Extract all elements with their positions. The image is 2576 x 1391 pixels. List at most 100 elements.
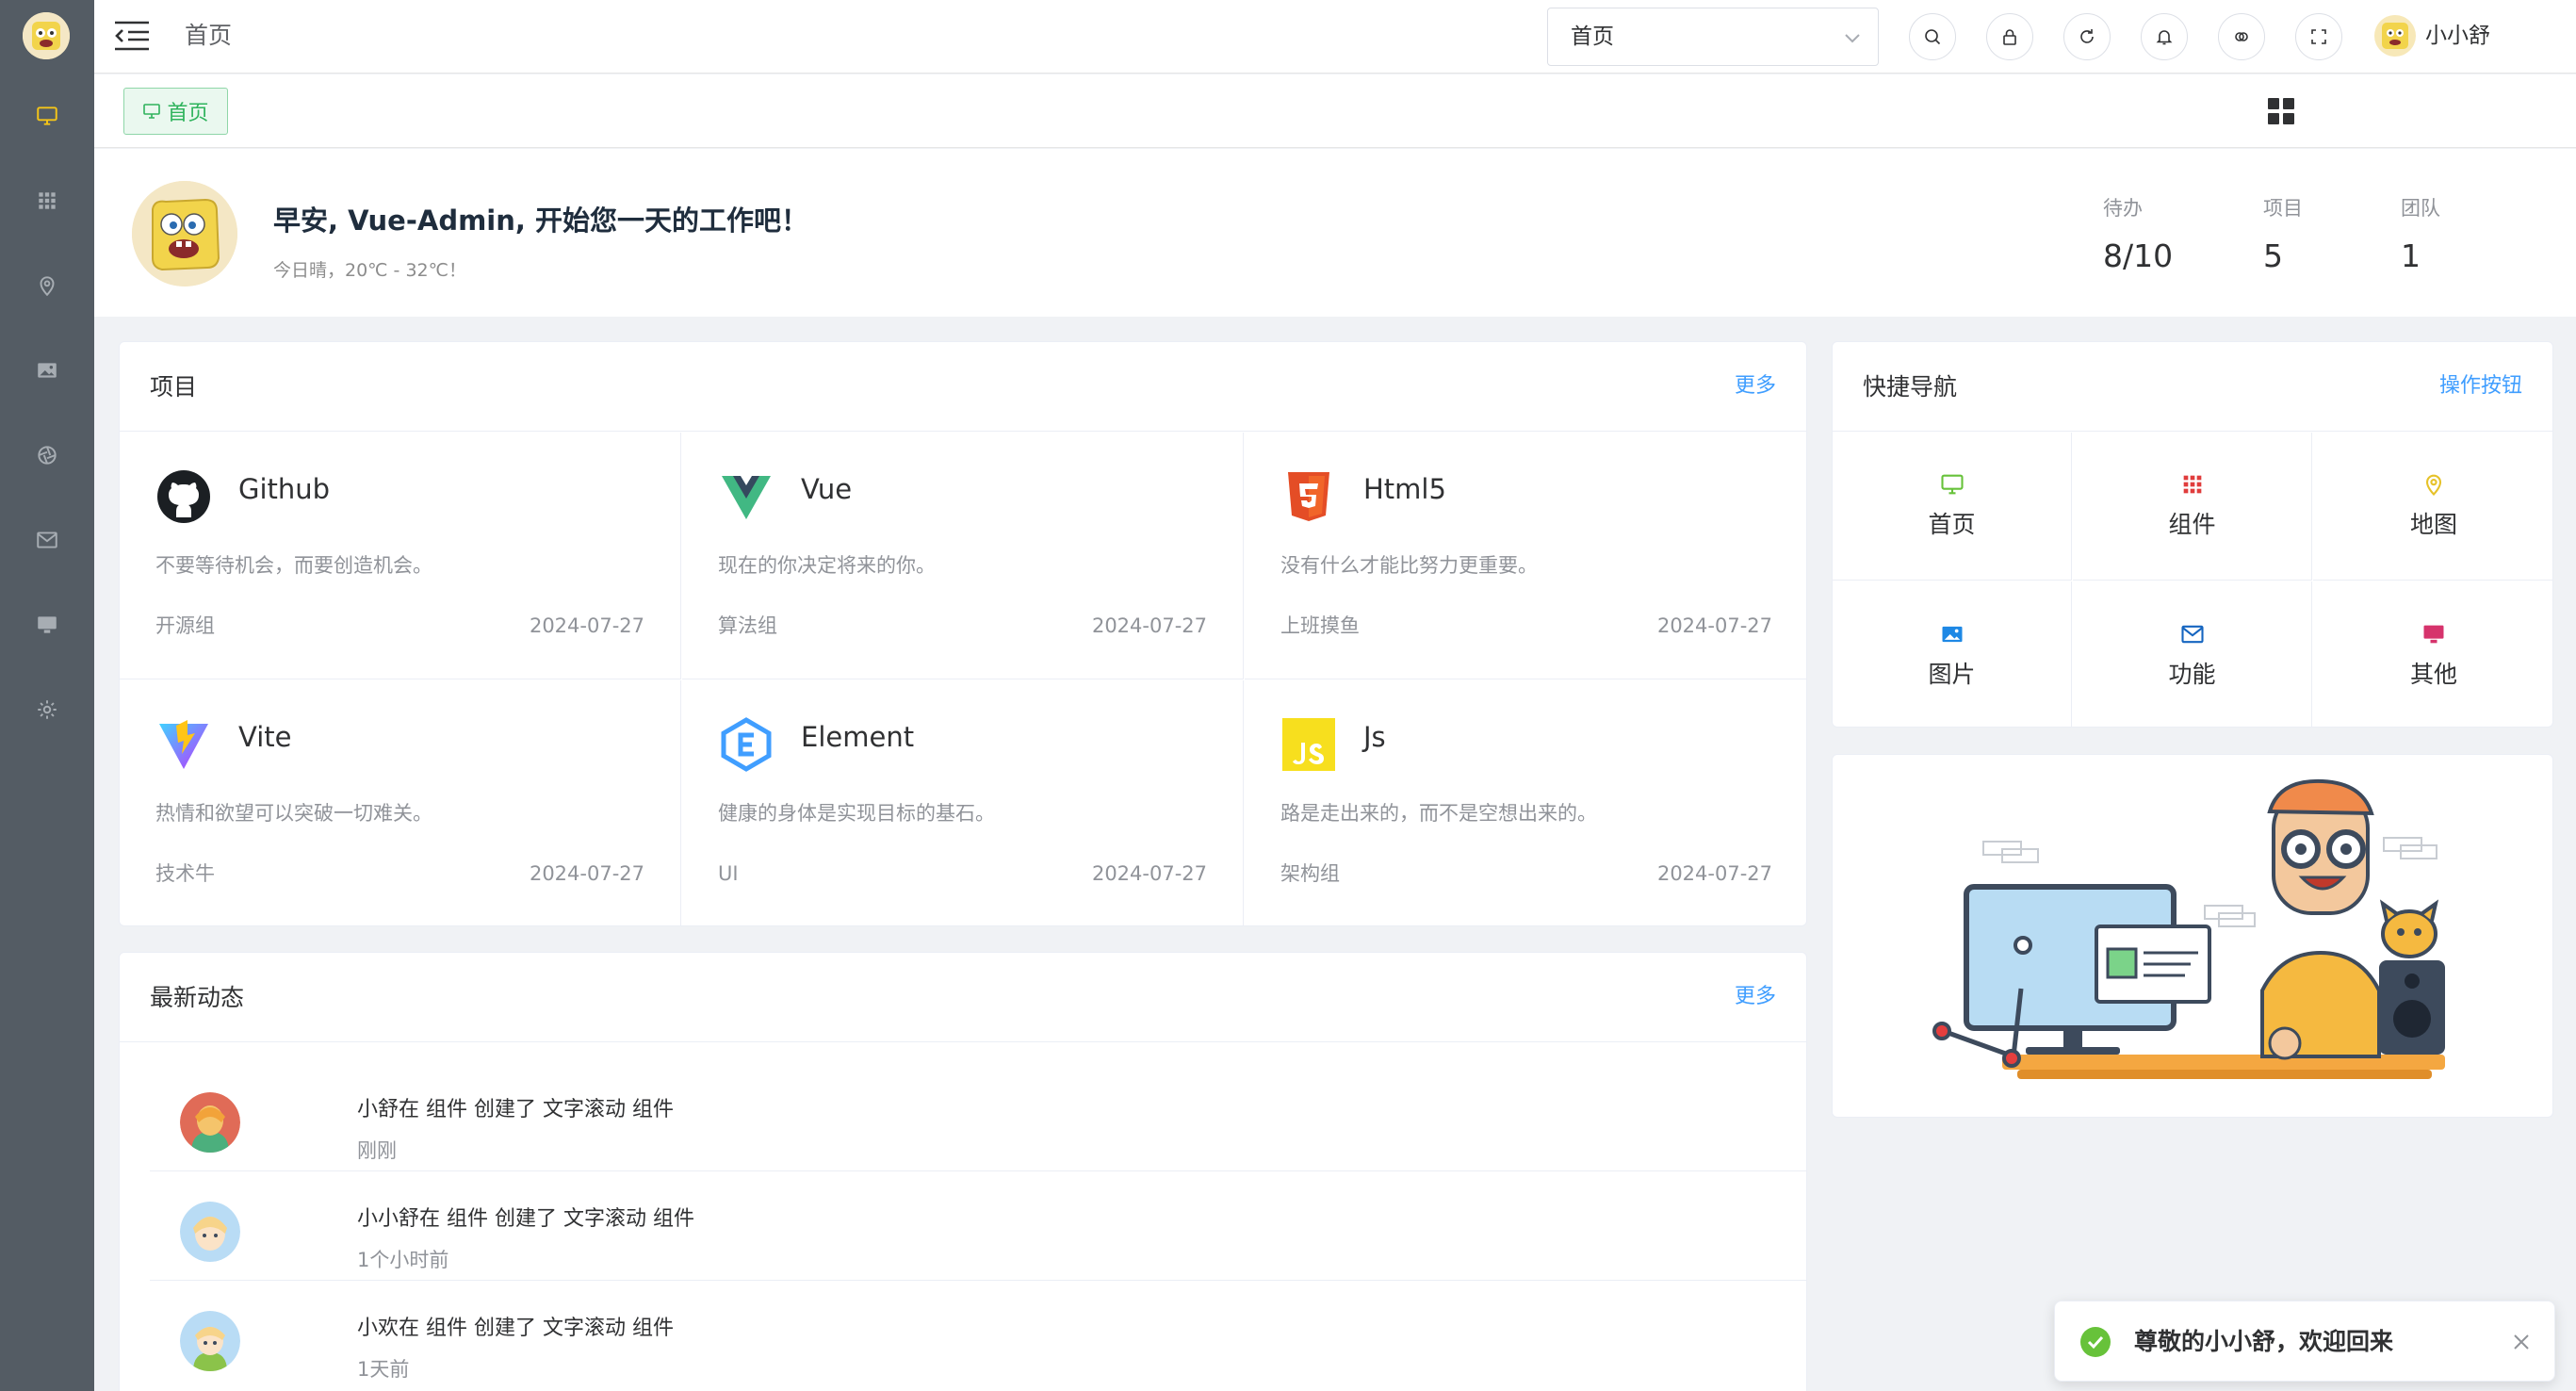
monitor-icon	[143, 104, 161, 119]
close-icon[interactable]	[2511, 1332, 2532, 1352]
sidebar-item-home[interactable]	[0, 74, 94, 158]
notification-message: 尊敬的小小舒，欢迎回来	[2134, 1328, 2394, 1355]
activity-item[interactable]: 小小舒在 组件 创建了 文字滚动 组件 1个小时前	[150, 1171, 1806, 1281]
gear-icon	[38, 700, 57, 719]
welcome-avatar	[132, 181, 237, 286]
card-title: 最新动态	[150, 984, 245, 1011]
monitor-icon	[37, 106, 57, 125]
github-icon	[157, 470, 210, 523]
activity-card: 最新动态 更多 小舒在 组件 创建了 文字滚动 组件 刚刚 小小舒在 组件 创建…	[119, 952, 1807, 1391]
project-item-js[interactable]: Js 路是走出来的，而不是空想出来的。 架构组 2024-07-27	[1245, 680, 1806, 925]
location-icon	[40, 276, 55, 297]
picture-icon	[38, 363, 57, 378]
vite-icon	[159, 720, 208, 769]
project-item-vite[interactable]: Vite 热情和欲望可以突破一切难关。 技术牛 2024-07-27	[120, 680, 681, 925]
activity-item[interactable]: 小舒在 组件 创建了 文字滚动 组件 刚刚	[150, 1062, 1806, 1171]
projects-card: 项目 更多 Github 不要等待机会，而要创造机会。 开源组 2024-07-…	[119, 341, 1807, 926]
element-icon	[721, 717, 772, 772]
more-link[interactable]: 更多	[1735, 370, 1776, 402]
activity-item[interactable]: 小欢在 组件 创建了 文字滚动 组件 1天前	[150, 1281, 1806, 1390]
project-item-html5[interactable]: Html5 没有什么才能比努力更重要。 上班摸鱼 2024-07-27	[1245, 433, 1806, 679]
aperture-icon	[38, 446, 57, 465]
card-title: 快捷导航	[1863, 373, 1958, 401]
screen-icon	[38, 616, 57, 633]
project-item-vue[interactable]: Vue 现在的你决定将来的你。 算法组 2024-07-27	[682, 433, 1244, 679]
grid-icon	[39, 192, 56, 209]
fullscreen-button[interactable]	[2295, 13, 2342, 60]
html5-icon	[1288, 472, 1329, 521]
card-title: 项目	[150, 373, 198, 401]
project-item-github[interactable]: Github 不要等待机会，而要创造机会。 开源组 2024-07-27	[120, 433, 681, 679]
project-date: 2024-07-27	[1656, 862, 1772, 885]
welcome-greeting: 早安, Vue-Admin, 开始您一天的工作吧！	[273, 205, 808, 237]
activity-time: 1天前	[357, 1358, 410, 1381]
monitor-icon	[1940, 474, 1964, 495]
stat-projects: 项目 5	[2263, 194, 2303, 277]
sidebar-item-settings[interactable]	[0, 667, 94, 752]
stat-team: 团队 1	[2401, 194, 2440, 277]
sidebar-item-message[interactable]	[0, 498, 94, 582]
quick-nav-home[interactable]: 首页	[1833, 433, 2072, 581]
notification-button[interactable]	[2141, 13, 2188, 60]
quick-nav-label: 其他	[2409, 660, 2457, 688]
quick-nav-label: 首页	[1928, 511, 1976, 538]
quick-nav-picture[interactable]: 图片	[1833, 581, 2072, 727]
welcome-weather: 今日晴，20℃ - 32℃！	[273, 260, 466, 281]
project-name: Html5	[1363, 473, 1446, 505]
search-button[interactable]	[1909, 13, 1956, 60]
quick-nav-label: 组件	[2168, 511, 2216, 538]
card-header: 项目 更多	[120, 342, 1806, 432]
project-date: 2024-07-27	[1656, 614, 1772, 637]
bell-icon	[2156, 30, 2173, 45]
menu-search-select[interactable]: 首页	[1547, 8, 1879, 66]
activity-avatar	[180, 1202, 240, 1262]
search-icon	[1925, 29, 1941, 45]
sidebar-item-picture[interactable]	[0, 328, 94, 413]
stat-label: 团队	[2401, 197, 2440, 220]
quick-nav-components[interactable]: 组件	[2073, 433, 2312, 581]
more-link[interactable]: 更多	[1735, 981, 1776, 1013]
user-avatar[interactable]	[2374, 15, 2416, 57]
activity-avatar	[180, 1311, 240, 1371]
activity-text: 小小舒在 组件 创建了 文字滚动 组件	[357, 1207, 694, 1231]
sidebar-item-other[interactable]	[0, 582, 94, 667]
welcome-panel: 早安, Vue-Admin, 开始您一天的工作吧！ 今日晴，20℃ - 32℃！…	[94, 149, 2576, 317]
sidebar-item-map[interactable]	[0, 243, 94, 328]
location-icon	[2425, 474, 2442, 496]
sidebar-item-function[interactable]	[0, 413, 94, 498]
activity-time: 刚刚	[357, 1139, 397, 1162]
project-group: 算法组	[718, 614, 777, 637]
screen-icon	[2423, 625, 2444, 643]
message-icon	[2180, 625, 2204, 643]
theme-button[interactable]	[2218, 13, 2265, 60]
stat-label: 待办	[2103, 197, 2143, 220]
lock-button[interactable]	[1986, 13, 2033, 60]
quick-nav-label: 功能	[2168, 660, 2216, 688]
breadcrumb[interactable]: 首页	[185, 19, 232, 53]
tag-home[interactable]: 首页	[123, 88, 228, 135]
chevron-down-icon	[1845, 34, 1860, 43]
project-item-element[interactable]: Element 健康的身体是实现目标的基石。 UI 2024-07-27	[682, 680, 1244, 925]
quick-nav-other[interactable]: 其他	[2313, 581, 2552, 727]
menu-fold-icon[interactable]	[113, 19, 151, 53]
logo[interactable]	[23, 12, 70, 59]
project-name: Github	[238, 473, 331, 505]
project-date: 2024-07-27	[1091, 614, 1207, 637]
js-icon	[1282, 718, 1335, 771]
apps-grid-icon[interactable]	[2266, 96, 2296, 126]
stat-value: 5	[2263, 237, 2283, 274]
user-name[interactable]: 小小舒	[2425, 21, 2490, 51]
grid-icon	[2183, 475, 2201, 494]
refresh-button[interactable]	[2063, 13, 2111, 60]
action-button[interactable]: 操作按钮	[2439, 370, 2522, 402]
illustration-card	[1832, 754, 2553, 1118]
project-desc: 不要等待机会，而要创造机会。	[155, 554, 432, 577]
project-desc: 热情和欲望可以突破一切难关。	[155, 802, 432, 825]
quick-nav-function[interactable]: 功能	[2073, 581, 2312, 727]
project-group: 开源组	[155, 614, 215, 637]
sidebar-item-components[interactable]	[0, 158, 94, 243]
quick-nav-card: 快捷导航 操作按钮 首页 组件 地图 图片 功能 其他	[1832, 341, 2553, 728]
project-desc: 健康的身体是实现目标的基石。	[718, 802, 995, 825]
sidebar	[0, 0, 94, 1391]
quick-nav-map[interactable]: 地图	[2313, 433, 2552, 581]
